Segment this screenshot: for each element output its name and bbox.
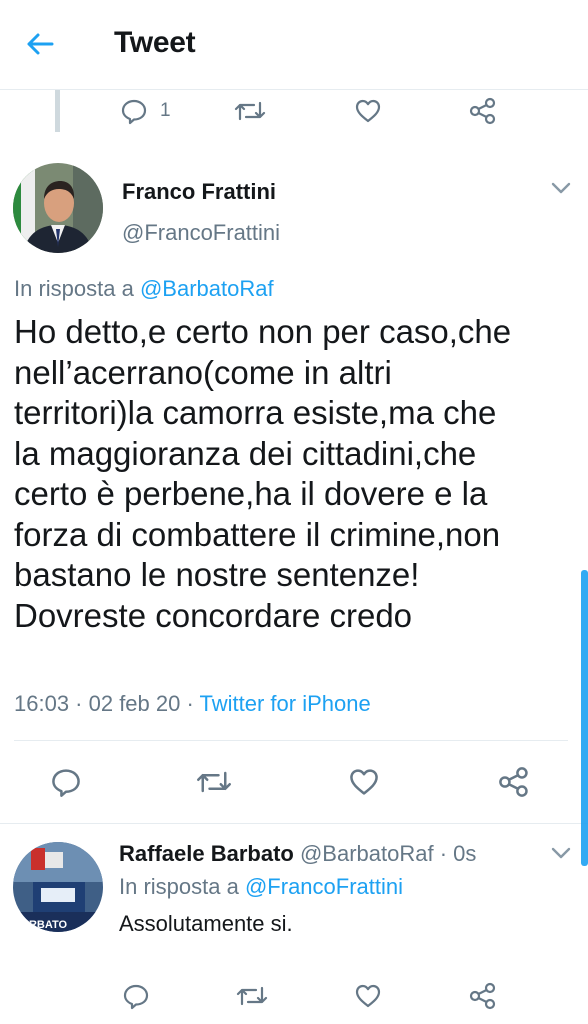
- author-name[interactable]: Franco Frattini: [122, 179, 276, 205]
- heart-icon: [355, 984, 381, 1008]
- main-tweet-actions: [0, 762, 588, 802]
- retweet-icon: [197, 771, 231, 793]
- like-button[interactable]: [354, 91, 382, 131]
- reply-icon: [52, 769, 80, 797]
- retweet-icon: [234, 101, 266, 121]
- reply-icon: [121, 99, 147, 125]
- tweet-timestamp[interactable]: 16:03 · 02 feb 20 ·: [14, 691, 200, 716]
- share-button[interactable]: [468, 976, 498, 1016]
- previous-tweet-actions: 1: [0, 91, 588, 131]
- reply-author-name[interactable]: Raffaele Barbato: [119, 841, 294, 866]
- reply-prefix: In risposta a: [119, 874, 239, 899]
- avatar-label: ARBATO: [21, 919, 67, 931]
- share-button[interactable]: [468, 91, 498, 131]
- reply-button[interactable]: [122, 976, 150, 1016]
- reply-icon: [123, 984, 149, 1010]
- share-icon: [469, 97, 496, 125]
- share-icon: [499, 767, 528, 797]
- reply-context: In risposta a @BarbatoRaf: [14, 276, 274, 302]
- author-handle[interactable]: @FrancoFrattini: [122, 220, 280, 246]
- reply-button[interactable]: [50, 762, 82, 802]
- avatar[interactable]: ARBATO: [13, 842, 103, 932]
- like-button[interactable]: [348, 762, 380, 802]
- reply-count: 1: [160, 100, 171, 121]
- like-button[interactable]: [354, 976, 382, 1016]
- reply-tweet-actions: [0, 976, 588, 1016]
- reply-prefix: In risposta a: [14, 276, 134, 301]
- reply-mention-link[interactable]: @FrancoFrattini: [245, 874, 403, 899]
- share-button[interactable]: [497, 762, 531, 802]
- reply-mention-link[interactable]: @BarbatoRaf: [140, 276, 274, 301]
- top-bar: Tweet: [0, 0, 588, 90]
- reply-author-line: Raffaele Barbato @BarbatoRaf · 0s: [119, 841, 476, 867]
- reply-tweet-text: Assolutamente si.: [119, 911, 293, 936]
- arrow-left-icon[interactable]: [22, 26, 58, 62]
- heart-icon: [350, 769, 378, 795]
- retweet-button[interactable]: [236, 976, 268, 1016]
- chevron-down-icon[interactable]: [549, 843, 573, 868]
- share-icon: [469, 982, 496, 1010]
- divider: [0, 823, 588, 824]
- tweet-text: Ho detto,e certo non per caso,che nell’a…: [14, 313, 512, 634]
- retweet-button[interactable]: [234, 91, 266, 131]
- retweet-button[interactable]: [196, 762, 232, 802]
- scrollbar[interactable]: [581, 570, 588, 866]
- tweet-meta: 16:03 · 02 feb 20 · Twitter for iPhone: [14, 691, 371, 717]
- retweet-icon: [236, 986, 268, 1006]
- reply-context: In risposta a @FrancoFrattini: [119, 874, 403, 900]
- page-title: Tweet: [114, 26, 196, 59]
- avatar[interactable]: [13, 163, 103, 253]
- reply-button[interactable]: 1: [120, 91, 171, 131]
- chevron-down-icon[interactable]: [549, 178, 573, 203]
- heart-icon: [355, 99, 381, 123]
- divider: [14, 740, 568, 741]
- reply-author-handle[interactable]: @BarbatoRaf · 0s: [300, 841, 476, 866]
- tweet-source-link[interactable]: Twitter for iPhone: [200, 691, 371, 716]
